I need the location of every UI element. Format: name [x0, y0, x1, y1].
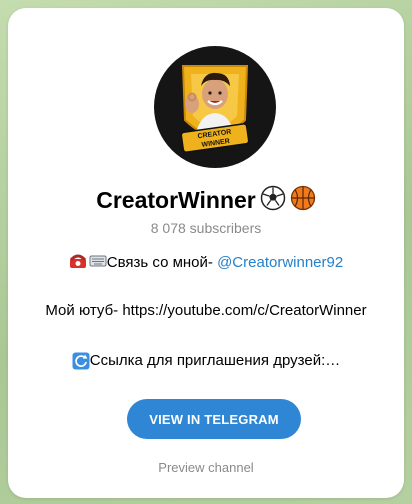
basketball-icon: [290, 185, 316, 216]
view-in-telegram-button[interactable]: VIEW IN TELEGRAM: [127, 399, 301, 439]
keyboard-icon: [89, 253, 107, 273]
channel-title: CreatorWinner: [96, 186, 256, 213]
channel-preview-card: CREATOR WINNER CreatorWinner 8 078 subsc…: [8, 8, 404, 498]
description-youtube-line: Мой ютуб- https://youtube.com/c/CreatorW…: [45, 302, 367, 319]
arrows-counterclockwise-icon: [72, 352, 90, 370]
description-invite-line: Ссылка для приглашения друзей:…: [28, 352, 384, 370]
subscriber-count: 8 078 subscribers: [150, 220, 262, 236]
invite-text: Ссылка для приглашения друзей:…: [89, 352, 341, 369]
soccer-ball-icon: [260, 185, 286, 216]
description-contact-line: Связь со мной- @Creatorwinner92: [28, 253, 384, 273]
channel-title-row: CreatorWinner: [8, 183, 404, 217]
contact-mention-link[interactable]: @Creatorwinner92: [217, 254, 343, 271]
avatar-image: CREATOR WINNER: [180, 65, 250, 153]
preview-channel-link[interactable]: Preview channel: [8, 460, 404, 475]
channel-avatar: CREATOR WINNER: [154, 46, 276, 168]
telephone-icon: [69, 253, 87, 273]
contact-text: Связь со мной-: [106, 253, 218, 271]
